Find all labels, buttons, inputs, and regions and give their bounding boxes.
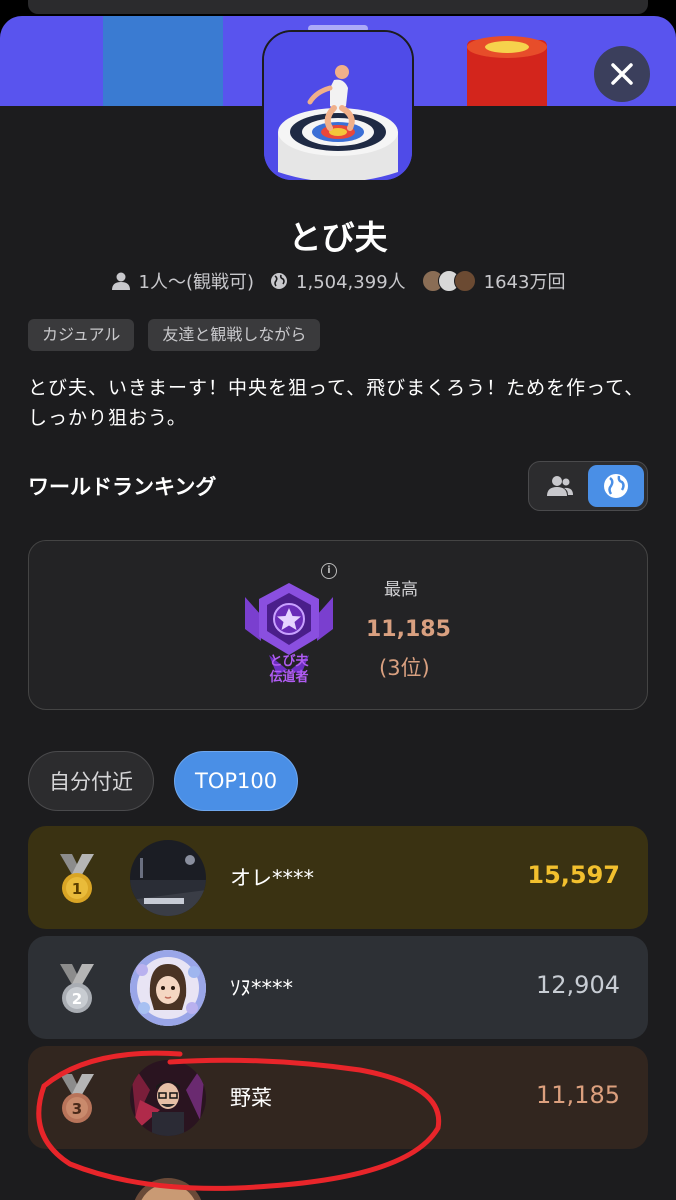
rank-badge-caption-line2: 伝道者 (269, 670, 309, 685)
best-rank-value: (3位) (379, 656, 430, 680)
medal-rank-number: 1 (72, 880, 82, 898)
ranking-range-tabs: 自分付近 TOP100 (28, 751, 299, 811)
tag-casual[interactable]: カジュアル (28, 319, 135, 351)
tag-watch-with-friends[interactable]: 友達と観戦しながら (148, 319, 321, 351)
bronze-medal-icon: 3 (60, 1074, 94, 1123)
total-players-text: 1,504,399人 (296, 272, 406, 293)
total-players-stat: 1,504,399人 (270, 268, 406, 294)
game-title: とび夫 (288, 218, 388, 257)
ranking-row[interactable]: 3 野菜 11,185 (28, 1046, 648, 1149)
ranking-row[interactable]: 2 ｿﾇ**** 12,904 (28, 936, 648, 1039)
game-stats: 1人〜(観戦可) 1,504,399人 1643万回 (0, 268, 676, 294)
game-description: とび夫、いきまーす！中央を狙って、飛びまくろう！ためを作って、しっかり狙おう。 (28, 377, 645, 429)
ranking-row[interactable]: 1 オレ**** 15,597 (28, 826, 648, 929)
player-count-stat: 1人〜(観戦可) (111, 268, 255, 294)
best-score-value: 11,185 (366, 617, 451, 642)
rank-badge-caption: とび夫 伝道者 (255, 654, 323, 686)
tab-top100[interactable]: TOP100 (174, 751, 299, 811)
globe-icon (271, 273, 288, 289)
player-score: 11,185 (536, 1081, 620, 1109)
personal-best-card: とび夫 伝道者 i 最高 11,185 (3位) (28, 540, 648, 710)
player-count-text: 1人〜(観戦可) (138, 272, 255, 293)
avatar-image (130, 840, 206, 916)
friend-plays-stat: 1643万回 (421, 268, 566, 294)
player-name: オレ**** (230, 866, 314, 890)
friends-avatar-stack (421, 270, 476, 292)
avatar-image (130, 950, 206, 1026)
globe-icon (604, 474, 628, 498)
next-row-peek (134, 1178, 202, 1200)
banner-decoration-block (103, 16, 223, 106)
info-icon[interactable]: i (321, 563, 337, 579)
friends-ranking-button[interactable] (532, 465, 588, 507)
friends-icon (547, 476, 573, 496)
game-app-icon (262, 30, 414, 182)
player-name: 野菜 (230, 1086, 272, 1110)
rank-badge-caption-line1: とび夫 (269, 654, 309, 669)
world-ranking-button[interactable] (588, 465, 644, 507)
avatar[interactable] (130, 950, 206, 1026)
person-icon (111, 272, 130, 290)
avatar[interactable] (130, 1060, 206, 1136)
player-score: 12,904 (536, 971, 620, 999)
banner-drum-top-decoration (467, 36, 547, 58)
close-button[interactable] (594, 46, 650, 102)
game-tags: カジュアル 友達と観戦しながら (28, 319, 321, 351)
silver-medal-icon: 2 (60, 964, 94, 1013)
friend-avatar (453, 270, 476, 292)
gold-medal-icon: 1 (60, 854, 94, 903)
game-icon-illustration (264, 32, 412, 180)
tab-near-me[interactable]: 自分付近 (28, 751, 154, 811)
medal-rank-number: 3 (72, 1100, 82, 1118)
best-score-label: 最高 (384, 580, 418, 600)
friend-plays-text: 1643万回 (483, 272, 566, 293)
game-detail-sheet: とび夫 1人〜(観戦可) 1,504,399人 1643万回 カジュアル 友達と… (0, 16, 676, 1200)
background-card (28, 0, 648, 14)
avatar-image (130, 1060, 206, 1136)
player-name: ｿﾇ**** (230, 976, 293, 1000)
world-ranking-title: ワールドランキング (28, 475, 217, 499)
player-score: 15,597 (527, 861, 620, 889)
close-icon (611, 63, 633, 85)
medal-rank-number: 2 (72, 990, 82, 1008)
avatar[interactable] (130, 840, 206, 916)
ranking-scope-toggle (528, 461, 648, 511)
